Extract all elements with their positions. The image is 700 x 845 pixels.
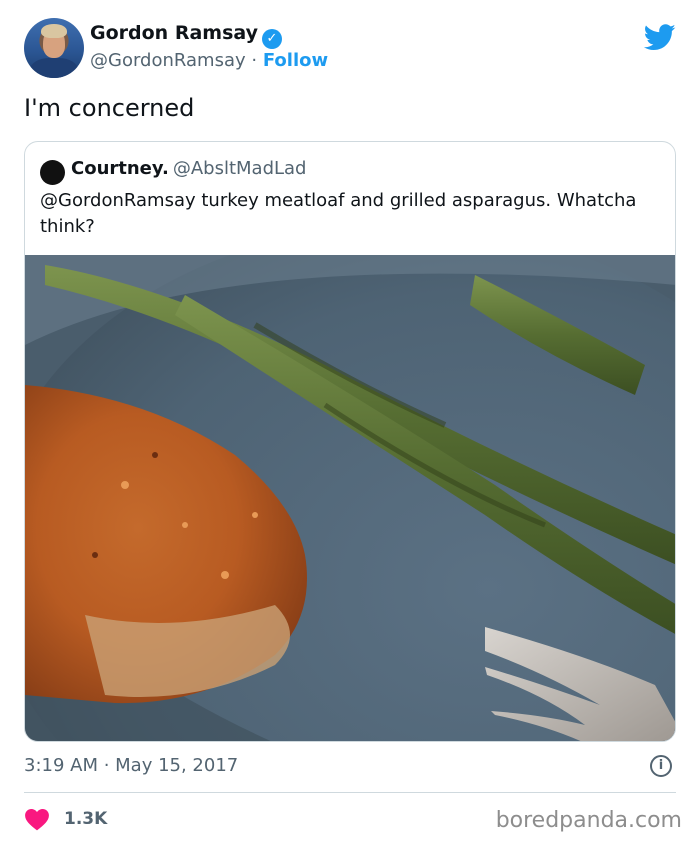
divider bbox=[24, 792, 676, 793]
author-handle-row: @GordonRamsay · Follow bbox=[90, 50, 328, 71]
follow-button[interactable]: Follow bbox=[263, 50, 328, 71]
tweet-header: Gordon Ramsay ✓ @GordonRamsay · Follow bbox=[24, 18, 676, 80]
tweet-text: I'm concerned bbox=[24, 94, 195, 122]
twitter-bird-icon[interactable] bbox=[644, 24, 676, 51]
tweet-timestamp[interactable]: 3:19 AM · May 15, 2017 bbox=[24, 755, 238, 776]
author-avatar[interactable] bbox=[24, 18, 84, 78]
heart-icon[interactable] bbox=[24, 807, 50, 831]
author-name[interactable]: Gordon Ramsay bbox=[90, 22, 258, 44]
info-icon[interactable]: i bbox=[650, 755, 672, 777]
quoted-author-avatar[interactable] bbox=[40, 160, 65, 185]
like-count: 1.3K bbox=[64, 809, 108, 829]
food-photo[interactable] bbox=[25, 255, 676, 742]
quoted-author-name[interactable]: Courtney. bbox=[71, 158, 169, 179]
quoted-tweet-text: @GordonRamsay turkey meatloaf and grille… bbox=[40, 190, 637, 237]
author-handle[interactable]: @GordonRamsay bbox=[90, 50, 246, 71]
quoted-tweet-card[interactable]: Courtney. @AbsltMadLad @GordonRamsay turk… bbox=[24, 141, 676, 742]
quoted-author-row: Courtney. @AbsltMadLad bbox=[71, 158, 306, 179]
verified-badge-icon: ✓ bbox=[262, 29, 282, 49]
author-name-row[interactable]: Gordon Ramsay ✓ bbox=[90, 22, 282, 49]
separator-dot: · bbox=[251, 50, 258, 71]
watermark-text: boredpanda.com bbox=[495, 808, 682, 833]
quoted-author-handle[interactable]: @AbsltMadLad bbox=[173, 158, 307, 179]
like-action[interactable]: 1.3K bbox=[24, 806, 107, 832]
